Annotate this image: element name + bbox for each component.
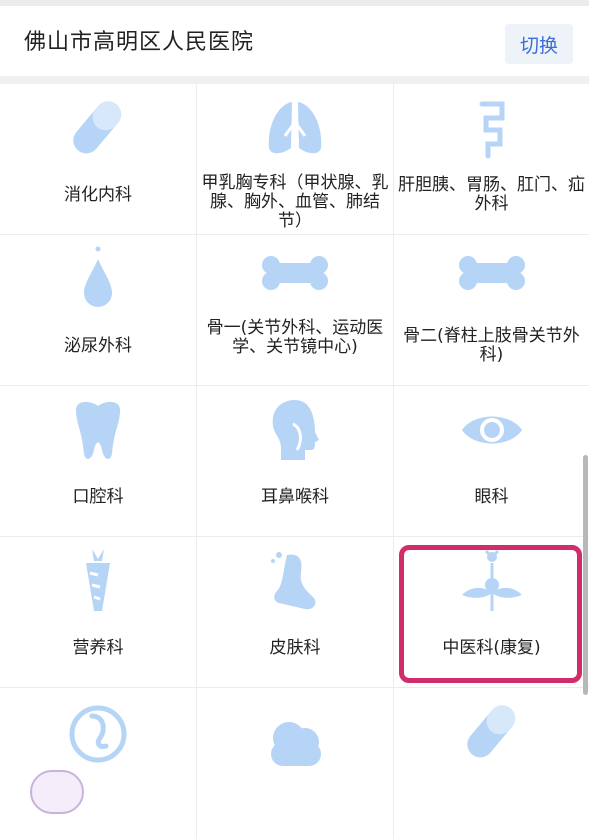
dept-item-digestive[interactable]: 消化内科: [0, 84, 197, 235]
ear-circle-icon: [69, 705, 127, 763]
drop-icon: [84, 246, 112, 307]
dept-item-row5-2[interactable]: [197, 688, 394, 839]
carrot-icon: [86, 549, 110, 611]
dept-label: 骨一(关节外科、运动医学、关节镜中心): [206, 318, 384, 357]
dept-label: 消化内科: [64, 185, 132, 205]
dept-item-nutrition[interactable]: 营养科: [0, 537, 197, 688]
dept-label: 骨二(脊柱上肢骨关节外科): [403, 326, 580, 365]
dept-item-ent[interactable]: 耳鼻喉科: [197, 386, 394, 537]
dept-item-hepatobiliary[interactable]: 肝胆胰、胃肠、肛门、疝外科: [394, 84, 589, 235]
switch-button[interactable]: 切换: [505, 24, 573, 64]
bone-icon: [262, 256, 328, 290]
cloud-icon: [271, 722, 321, 766]
dept-item-stomatology[interactable]: 口腔科: [0, 386, 197, 537]
dept-label: 皮肤科: [269, 638, 321, 658]
dept-label: 耳鼻喉科: [261, 487, 329, 507]
dept-item-ophthalmology[interactable]: 眼科: [394, 386, 589, 537]
hospital-title: 佛山市高明区人民医院: [24, 30, 255, 55]
floating-bubble[interactable]: [30, 770, 84, 814]
dept-label: 眼科: [474, 487, 509, 507]
header: 佛山市高明区人民医院 切换: [0, 6, 589, 76]
dept-label: 甲乳胸专科（甲状腺、乳腺、胸外、血管、肺结节）: [201, 173, 389, 231]
dept-item-orthopedics-1[interactable]: 骨一(关节外科、运动医学、关节镜中心): [197, 235, 394, 386]
highlight-box: [399, 545, 582, 683]
eye-icon: [461, 416, 522, 444]
dept-label: 口腔科: [72, 487, 124, 507]
tooth-icon: [76, 401, 120, 459]
dept-item-orthopedics-2[interactable]: 骨二(脊柱上肢骨关节外科): [394, 235, 589, 386]
head-profile-icon: [272, 400, 319, 460]
dept-item-urology[interactable]: 泌尿外科: [0, 235, 197, 386]
dept-label: 泌尿外科: [64, 336, 132, 356]
dept-label: 肝胆胰、胃肠、肛门、疝外科: [398, 175, 585, 214]
intestine-icon: [479, 101, 504, 159]
dept-item-row5-3[interactable]: [394, 688, 589, 839]
capsule-icon: [466, 705, 515, 758]
bone-icon: [458, 256, 525, 290]
foot-icon: [271, 552, 316, 610]
dept-item-dermatology[interactable]: 皮肤科: [197, 537, 394, 688]
scrollbar[interactable]: [583, 455, 588, 695]
dept-item-row5-1[interactable]: [0, 688, 197, 839]
dept-item-thyroid-breast[interactable]: 甲乳胸专科（甲状腺、乳腺、胸外、血管、肺结节）: [197, 84, 394, 235]
capsule-icon: [73, 101, 122, 154]
lungs-icon: [268, 96, 322, 154]
dept-label: 营养科: [72, 638, 124, 658]
